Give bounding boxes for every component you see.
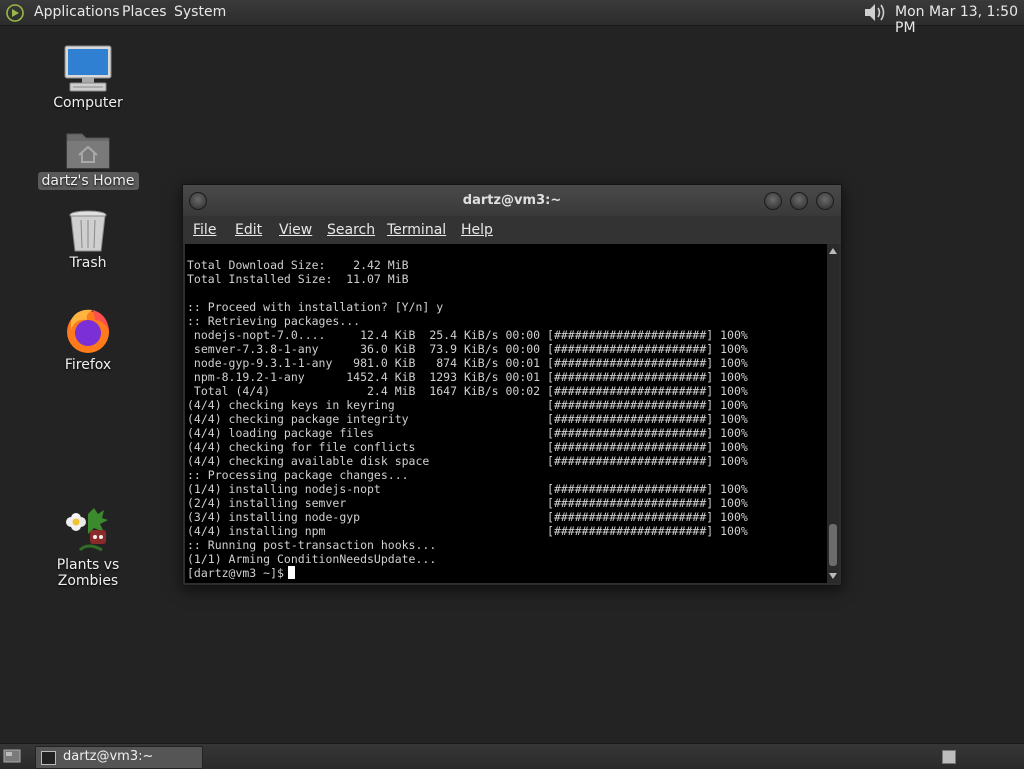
menu-help-label: Help xyxy=(461,222,493,238)
desktop-icon-label: Plants vs Zombies xyxy=(56,557,120,589)
terminal-line: (2/4) installing semver [###############… xyxy=(187,496,748,510)
terminal-line: :: Retrieving packages... xyxy=(187,314,361,328)
desktop-icon-computer[interactable]: Computer xyxy=(28,44,148,112)
menu-view[interactable]: View xyxy=(279,222,312,238)
terminal-line: (4/4) checking for file conflicts [#####… xyxy=(187,440,748,454)
menu-search[interactable]: Search xyxy=(327,222,375,238)
desktop-icon-label: Firefox xyxy=(64,357,112,373)
system-menu[interactable]: System xyxy=(174,4,226,20)
desktop-icon-trash[interactable]: Trash xyxy=(28,208,148,272)
show-desktop-icon[interactable] xyxy=(3,748,21,764)
terminal-icon xyxy=(41,751,56,765)
terminal-line: (4/4) checking keys in keyring [########… xyxy=(187,398,748,412)
trash-icon xyxy=(69,210,107,252)
places-menu[interactable]: Places xyxy=(122,4,167,20)
close-button[interactable] xyxy=(816,192,834,210)
terminal-scrollbar[interactable] xyxy=(827,244,839,583)
terminal-prompt-line[interactable]: [dartz@vm3 ~]$ xyxy=(187,566,827,580)
bottom-panel: dartz@vm3:~ xyxy=(0,743,1024,769)
taskbar-item-label: dartz@vm3:~ xyxy=(63,749,154,764)
volume-icon[interactable] xyxy=(862,2,888,23)
menu-edit[interactable]: Edit xyxy=(235,222,262,238)
terminal-window[interactable]: dartz@vm3:~ File Edit View Search Termin… xyxy=(182,184,842,586)
window-titlebar[interactable]: dartz@vm3:~ xyxy=(183,185,841,216)
terminal-line: :: Proceed with installation? [Y/n] y xyxy=(187,300,444,314)
distro-logo-icon[interactable] xyxy=(5,3,25,23)
menu-terminal-label: Terminal xyxy=(387,222,447,238)
top-panel: Applications Places System Mon Mar 13, 1… xyxy=(0,0,1024,36)
scroll-up-arrow-icon[interactable] xyxy=(829,248,837,254)
desktop-icon-label: dartz's Home xyxy=(37,172,139,190)
terminal-line: Total Installed Size: 11.07 MiB xyxy=(187,272,409,286)
terminal-line: (4/4) checking available disk space [###… xyxy=(187,454,748,468)
terminal-line: node-gyp-9.3.1-1-any 981.0 KiB 874 KiB/s… xyxy=(187,356,748,370)
terminal-output[interactable]: Total Download Size: 2.42 MiB Total Insta… xyxy=(185,244,827,583)
terminal-prompt: [dartz@vm3 ~]$ xyxy=(187,566,284,580)
terminal-line: nodejs-nopt-7.0.... 12.4 KiB 25.4 KiB/s … xyxy=(187,328,748,342)
terminal-line: (4/4) installing npm [##################… xyxy=(187,524,748,538)
menu-terminal[interactable]: Terminal xyxy=(387,222,446,238)
applications-menu[interactable]: Applications xyxy=(34,4,120,20)
clock[interactable]: Mon Mar 13, 1:50 PM xyxy=(895,4,1024,36)
terminal-line: Total Download Size: 2.42 MiB xyxy=(187,258,409,272)
desktop-icon-firefox[interactable]: Firefox xyxy=(28,306,148,374)
terminal-line: :: Running post-transaction hooks... xyxy=(187,538,437,552)
terminal-line: (3/4) installing node-gyp [#############… xyxy=(187,510,748,524)
terminal-line: Total (4/4) 2.4 MiB 1647 KiB/s 00:02 [##… xyxy=(187,384,748,398)
firefox-icon xyxy=(67,309,109,353)
menu-file-label: File xyxy=(193,222,217,238)
desktop-icon-plants-vs-zombies[interactable]: Plants vs Zombies xyxy=(28,506,148,590)
menu-search-label: Search xyxy=(327,222,376,238)
terminal-menubar: File Edit View Search Terminal Help xyxy=(183,216,841,244)
terminal-line: (4/4) checking package integrity [######… xyxy=(187,412,748,426)
workspace-switcher[interactable] xyxy=(942,750,956,764)
menu-file[interactable]: File xyxy=(193,222,216,238)
terminal-line: npm-8.19.2-1-any 1452.4 KiB 1293 KiB/s 0… xyxy=(187,370,748,384)
menu-edit-label: Edit xyxy=(235,222,263,238)
terminal-line: semver-7.3.8-1-any 36.0 KiB 73.9 KiB/s 0… xyxy=(187,342,748,356)
minimize-button[interactable] xyxy=(764,192,782,210)
computer-icon xyxy=(64,45,112,92)
desktop-icon-home[interactable]: dartz's Home xyxy=(28,128,148,190)
desktop-icon-label: Trash xyxy=(69,255,107,271)
maximize-button[interactable] xyxy=(790,192,808,210)
desktop-icon-label: Computer xyxy=(53,95,123,111)
plants-vs-zombies-icon xyxy=(66,508,108,552)
terminal-line: (1/4) installing nodejs-nopt [##########… xyxy=(187,482,748,496)
taskbar-item-terminal[interactable]: dartz@vm3:~ xyxy=(35,746,203,769)
window-title: dartz@vm3:~ xyxy=(462,193,562,208)
terminal-line: (1/1) Arming ConditionNeedsUpdate... xyxy=(187,552,437,566)
home-folder-icon xyxy=(66,133,110,169)
terminal-line: (4/4) loading package files [###########… xyxy=(187,426,748,440)
terminal-line: :: Processing package changes... xyxy=(187,468,409,482)
menu-help[interactable]: Help xyxy=(461,222,493,238)
menu-view-label: View xyxy=(279,222,313,238)
scroll-down-arrow-icon[interactable] xyxy=(829,573,837,579)
terminal-lines: Total Download Size: 2.42 MiB Total Insta… xyxy=(187,258,827,580)
scrollbar-thumb[interactable] xyxy=(829,524,837,566)
text-cursor xyxy=(287,566,295,579)
